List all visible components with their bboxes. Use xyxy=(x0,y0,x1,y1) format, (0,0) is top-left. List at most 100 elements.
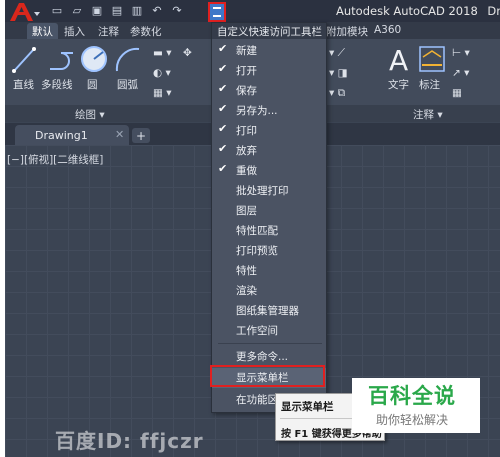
polyline-tool-icon[interactable] xyxy=(47,45,77,75)
menu-item-plot[interactable]: ✔ 打印 xyxy=(212,121,326,141)
hatch-tool-icon[interactable]: ▦ ▾ xyxy=(153,87,172,99)
quick-access-toolbar: ▭ ▱ ▣ ▤ ▥ ↶ ↷ xyxy=(50,3,184,17)
menu-header: 自定义快速访问工具栏 xyxy=(212,23,326,39)
dimension-tool-label[interactable]: 标注 xyxy=(419,77,440,92)
tab-insert[interactable]: 插入 xyxy=(59,23,90,39)
print-icon[interactable]: ▥ xyxy=(130,3,144,17)
line-tool-label[interactable]: 直线 xyxy=(13,77,34,92)
menu-item-batch-plot[interactable]: 批处理打印 xyxy=(212,181,326,201)
tab-drawing1[interactable]: Drawing1 ✕ xyxy=(15,125,129,145)
menu-item-properties[interactable]: 特性 xyxy=(212,261,326,281)
menu-item-label: 图纸集管理器 xyxy=(236,305,299,317)
tooltip-title: 显示菜单栏 xyxy=(281,401,334,413)
menu-separator xyxy=(218,343,322,344)
tab-annotate[interactable]: 注释 xyxy=(93,23,124,39)
customize-qat-dropdown-icon[interactable] xyxy=(208,2,226,22)
menu-item-label: 打开 xyxy=(236,65,257,77)
tab-parametric[interactable]: 参数化 xyxy=(125,23,167,39)
modify-tool-icon[interactable]: ▾ ⟋ xyxy=(329,47,345,60)
highlight-box xyxy=(210,365,325,387)
menu-item-save[interactable]: ✔ 保存 xyxy=(212,81,326,101)
circle-tool-icon[interactable] xyxy=(79,43,109,75)
menu-item-label: 打印 xyxy=(236,125,257,137)
menu-item-redo[interactable]: ✔ 重做 xyxy=(212,161,326,181)
circle-tool-label[interactable]: 圆 xyxy=(87,77,98,92)
check-icon: ✔ xyxy=(218,142,228,155)
menu-item-label: 新建 xyxy=(236,45,257,57)
text-tool-label[interactable]: 文字 xyxy=(388,77,409,92)
menu-item-label: 另存为... xyxy=(236,105,278,117)
ellipse-tool-icon[interactable]: ◐ ▾ xyxy=(153,67,171,79)
rectangle-tool-icon[interactable]: ▬ ▾ xyxy=(153,47,172,59)
arc-tool-label[interactable]: 圆弧 xyxy=(117,77,138,92)
panel-draw-label[interactable]: 绘图 ▾ xyxy=(75,107,105,122)
title-bar: ▭ ▱ ▣ ▤ ▥ ↶ ↷ Autodesk AutoCAD 2018 Draw… xyxy=(5,0,500,22)
menu-item-label: 在功能区 xyxy=(236,394,278,406)
save-icon[interactable]: ▣ xyxy=(90,3,104,17)
menu-item-label: 打印预览 xyxy=(236,245,278,257)
save-as-icon[interactable]: ▤ xyxy=(110,3,124,17)
customize-qat-menu: 自定义快速访问工具栏 ✔ 新建 ✔ 打开 ✔ 保存 ✔ 另存为... ✔ 打印 ✔ 放弃 ✔… xyxy=(211,22,327,413)
menu-item-label: 重做 xyxy=(236,165,257,177)
menu-item-label: 放弃 xyxy=(236,145,257,157)
menu-item-layer[interactable]: 图层 xyxy=(212,201,326,221)
baike-watermark-title: 百科全说 xyxy=(368,384,456,408)
check-icon: ✔ xyxy=(218,62,228,75)
viewport-controls[interactable]: [−][俯视][二维线框] xyxy=(7,152,103,167)
svg-text:A: A xyxy=(389,44,408,76)
open-folder-icon[interactable]: ▱ xyxy=(70,3,84,17)
line-tool-icon[interactable] xyxy=(11,45,37,75)
leader-tool-icon[interactable]: ⊢ ▾ xyxy=(452,47,470,59)
polyline-tool-label[interactable]: 多段线 xyxy=(41,77,73,92)
window-title: Autodesk AutoCAD 2018 Drawi xyxy=(336,4,500,18)
check-icon: ✔ xyxy=(218,102,228,115)
menu-item-save-as[interactable]: ✔ 另存为... xyxy=(212,101,326,121)
check-icon: ✔ xyxy=(218,162,228,175)
redo-icon[interactable]: ↷ xyxy=(170,3,184,17)
document-title-fragment: Drawi xyxy=(487,4,500,18)
menu-item-sheet-set-manager[interactable]: 图纸集管理器 xyxy=(212,301,326,321)
arc-tool-icon[interactable] xyxy=(113,45,143,75)
new-file-icon[interactable]: ▭ xyxy=(50,3,64,17)
menu-item-label: 特性匹配 xyxy=(236,225,278,237)
dimension-tool-icon[interactable] xyxy=(418,45,446,73)
fillet-tool-icon[interactable]: ▾ ◨ xyxy=(329,67,348,79)
menu-item-label: 渲染 xyxy=(236,285,257,297)
menu-item-new[interactable]: ✔ 新建 xyxy=(212,41,326,61)
menu-item-match-properties[interactable]: 特性匹配 xyxy=(212,221,326,241)
menu-item-label: 特性 xyxy=(236,265,257,277)
panel-annotate-label[interactable]: 注释 ▾ xyxy=(413,107,443,122)
undo-icon[interactable]: ↶ xyxy=(150,3,164,17)
menu-title: 自定义快速访问工具栏 xyxy=(217,26,322,38)
autocad-window: ▭ ▱ ▣ ▤ ▥ ↶ ↷ Autodesk AutoCAD 2018 Draw… xyxy=(5,0,500,457)
menu-item-plot-preview[interactable]: 打印预览 xyxy=(212,241,326,261)
menu-item-more-commands[interactable]: 更多命令... xyxy=(212,347,326,367)
table-tool-icon[interactable]: ▦ xyxy=(452,87,462,99)
menu-item-label: 工作空间 xyxy=(236,325,278,337)
check-icon: ✔ xyxy=(218,42,228,55)
check-icon: ✔ xyxy=(218,122,228,135)
menu-item-label: 批处理打印 xyxy=(236,185,289,197)
baidu-id-watermark: 百度ID: ffjczr xyxy=(55,429,204,453)
multileader-tool-icon[interactable]: ↗ ▾ xyxy=(452,67,469,79)
array-tool-icon[interactable]: ▾ ⧉ xyxy=(329,87,345,100)
menu-item-workspace[interactable]: 工作空间 xyxy=(212,321,326,341)
tab-addins[interactable]: 附加模块 xyxy=(321,23,373,39)
menu-item-label: 更多命令... xyxy=(236,351,289,363)
text-tool-icon[interactable]: A xyxy=(386,42,412,76)
tab-drawing1-label: Drawing1 xyxy=(35,129,88,142)
app-title: Autodesk AutoCAD 2018 xyxy=(336,4,478,18)
menu-item-open[interactable]: ✔ 打开 xyxy=(212,61,326,81)
menu-item-render[interactable]: 渲染 xyxy=(212,281,326,301)
menu-item-label: 保存 xyxy=(236,85,257,97)
close-icon[interactable]: ✕ xyxy=(115,128,124,141)
menu-item-undo[interactable]: ✔ 放弃 xyxy=(212,141,326,161)
tab-default[interactable]: 默认 xyxy=(27,23,58,39)
tab-a360[interactable]: A360 xyxy=(369,23,406,39)
baike-watermark: 百科全说 助你轻松解决 xyxy=(352,378,480,433)
autocad-logo-icon[interactable] xyxy=(7,1,41,23)
check-icon: ✔ xyxy=(218,82,228,95)
new-tab-button[interactable]: + xyxy=(132,128,150,143)
move-tool-icon[interactable]: ✥ xyxy=(183,47,192,59)
baike-watermark-subtitle: 助你轻松解决 xyxy=(376,413,449,427)
